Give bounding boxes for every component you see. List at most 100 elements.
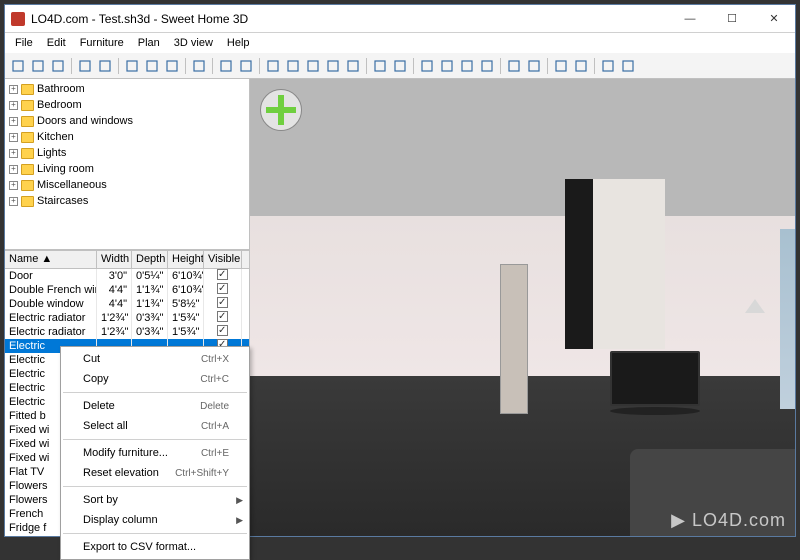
furniture-table-header[interactable]: Name ▲ Width Depth Height Visible [5, 251, 249, 269]
catalog-staircases[interactable]: +Staircases [7, 193, 247, 209]
cell-visible[interactable] [204, 269, 242, 283]
window-controls: — ☐ ✕ [669, 5, 795, 32]
maximize-button[interactable]: ☐ [711, 5, 753, 32]
prefs-button[interactable] [599, 57, 617, 75]
zoom-out-button[interactable] [391, 57, 409, 75]
cell-visible[interactable] [204, 311, 242, 325]
folder-icon [21, 132, 34, 143]
expand-icon[interactable]: + [9, 181, 18, 190]
ctx-sort-by[interactable]: Sort by▶ [61, 490, 249, 510]
table-row[interactable]: Electric radiator1'2¾"0'3¾"1'5¾" [5, 311, 249, 325]
toolbar-separator [118, 58, 119, 74]
bold-button[interactable] [418, 57, 436, 75]
menu-file[interactable]: File [9, 35, 39, 51]
checkbox-icon[interactable] [217, 283, 228, 294]
new-file-button[interactable] [9, 57, 27, 75]
catalog-living-room[interactable]: +Living room [7, 161, 247, 177]
create-text-button[interactable] [344, 57, 362, 75]
ctx-shortcut: Delete [200, 401, 229, 412]
ctx-modify-furniture[interactable]: Modify furniture...Ctrl+E [61, 443, 249, 463]
expand-icon[interactable]: + [9, 133, 18, 142]
checkbox-icon[interactable] [217, 311, 228, 322]
expand-icon[interactable]: + [9, 165, 18, 174]
expand-icon[interactable]: + [9, 197, 18, 206]
table-row[interactable]: Double French window4'4"1'1¾"6'10¾" [5, 283, 249, 297]
italic-button[interactable] [438, 57, 456, 75]
table-row[interactable]: Electric radiator1'2¾"0'3¾"1'5¾" [5, 325, 249, 339]
ctx-cut[interactable]: CutCtrl+X [61, 349, 249, 369]
menu-3d-view[interactable]: 3D view [168, 35, 219, 51]
ctx-label: Display column [83, 514, 158, 526]
col-height[interactable]: Height [168, 251, 204, 268]
font-smaller-button[interactable] [478, 57, 496, 75]
3d-viewport[interactable] [250, 79, 795, 536]
minimize-button[interactable]: — [669, 5, 711, 32]
cut-button[interactable] [123, 57, 141, 75]
pan-button[interactable] [237, 57, 255, 75]
furniture-catalog-tree[interactable]: +Bathroom+Bedroom+Doors and windows+Kitc… [5, 79, 249, 249]
table-row[interactable]: Door3'0"0'5¼"6'10¾" [5, 269, 249, 283]
catalog-label: Doors and windows [37, 115, 133, 127]
toolbar-separator [212, 58, 213, 74]
expand-icon[interactable]: + [9, 85, 18, 94]
chevron-right-icon: ▶ [236, 515, 243, 526]
close-button[interactable]: ✕ [753, 5, 795, 32]
catalog-miscellaneous[interactable]: +Miscellaneous [7, 177, 247, 193]
catalog-lights[interactable]: +Lights [7, 145, 247, 161]
menu-separator [63, 486, 247, 487]
table-row[interactable]: Double window4'4"1'1¾"5'8½" [5, 297, 249, 311]
folder-icon [21, 180, 34, 191]
search-button[interactable] [505, 57, 523, 75]
cell-visible[interactable] [204, 283, 242, 297]
font-larger-button[interactable] [458, 57, 476, 75]
redo-button[interactable] [96, 57, 114, 75]
open-file-button[interactable] [29, 57, 47, 75]
ctx-select-all[interactable]: Select allCtrl+A [61, 416, 249, 436]
cell-height: 1'5¾" [168, 311, 204, 325]
expand-icon[interactable]: + [9, 149, 18, 158]
create-walls-button[interactable] [264, 57, 282, 75]
nav-compass[interactable] [260, 89, 302, 131]
col-name[interactable]: Name ▲ [5, 251, 97, 268]
folder-icon [21, 100, 34, 111]
ctx-export-to-csv-format[interactable]: Export to CSV format... [61, 537, 249, 557]
col-depth[interactable]: Depth [132, 251, 168, 268]
save-file-button[interactable] [49, 57, 67, 75]
cell-visible[interactable] [204, 297, 242, 311]
paste-button[interactable] [163, 57, 181, 75]
checkbox-icon[interactable] [217, 269, 228, 280]
menu-plan[interactable]: Plan [132, 35, 166, 51]
ctx-delete[interactable]: DeleteDelete [61, 396, 249, 416]
checkbox-icon[interactable] [217, 325, 228, 336]
catalog-kitchen[interactable]: +Kitchen [7, 129, 247, 145]
catalog-bathroom[interactable]: +Bathroom [7, 81, 247, 97]
photo-button[interactable] [552, 57, 570, 75]
expand-icon[interactable]: + [9, 101, 18, 110]
create-rooms-button[interactable] [284, 57, 302, 75]
cell-visible[interactable] [204, 325, 242, 339]
menu-furniture[interactable]: Furniture [74, 35, 130, 51]
create-polyline-button[interactable] [304, 57, 322, 75]
copy-button[interactable] [143, 57, 161, 75]
ctx-copy[interactable]: CopyCtrl+C [61, 369, 249, 389]
checkbox-icon[interactable] [217, 297, 228, 308]
menu-edit[interactable]: Edit [41, 35, 72, 51]
catalog-bedroom[interactable]: +Bedroom [7, 97, 247, 113]
undo-button[interactable] [76, 57, 94, 75]
select-button[interactable] [217, 57, 235, 75]
catalog-doors-and-windows[interactable]: + Doors and windows [7, 113, 247, 129]
menu-help[interactable]: Help [221, 35, 256, 51]
video-button[interactable] [572, 57, 590, 75]
help-button[interactable] [619, 57, 637, 75]
col-width[interactable]: Width [97, 251, 132, 268]
zoom-in-button[interactable] [371, 57, 389, 75]
ctx-display-column[interactable]: Display column ▶ [61, 510, 249, 530]
add-furniture-button[interactable] [190, 57, 208, 75]
cell-name: Double French window [5, 283, 97, 297]
expand-icon[interactable]: + [9, 117, 18, 126]
search2-button[interactable] [525, 57, 543, 75]
ctx-reset-elevation[interactable]: Reset elevationCtrl+Shift+Y [61, 463, 249, 483]
cell-width: 4'4" [97, 297, 132, 311]
create-dimensions-button[interactable] [324, 57, 342, 75]
col-visible[interactable]: Visible [204, 251, 242, 268]
